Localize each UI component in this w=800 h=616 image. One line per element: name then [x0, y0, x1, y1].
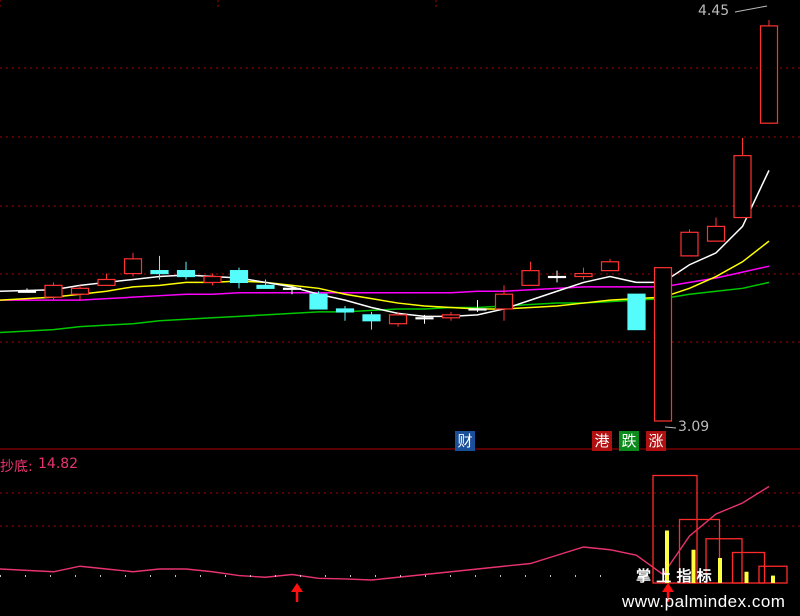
candle-body	[706, 225, 726, 242]
candle-body	[733, 155, 752, 219]
candle-body	[653, 267, 673, 422]
candle-body	[150, 270, 169, 275]
candle-body	[547, 275, 567, 279]
high-pointer	[734, 5, 768, 13]
candle-body	[415, 317, 434, 320]
candle-body	[521, 270, 540, 286]
candle-body	[282, 287, 302, 290]
candle-body	[468, 308, 487, 311]
candle-body	[70, 287, 90, 295]
candle-body	[203, 275, 222, 284]
candle-body	[362, 314, 381, 322]
candle-body	[388, 314, 408, 325]
indicator-yellow-bar	[718, 558, 722, 583]
candle-body	[229, 270, 249, 284]
candle-body	[44, 284, 63, 298]
candle-body	[600, 261, 620, 272]
candle-body	[627, 293, 646, 331]
candle-body	[441, 314, 461, 319]
price-low-label: 3.09	[678, 419, 710, 435]
indicator-caption: 掌 上 指 标	[636, 567, 712, 585]
indicator-value: 14.82	[38, 456, 79, 472]
buy-arrow-head	[291, 583, 303, 592]
event-badge-gang[interactable]: 港	[592, 431, 612, 451]
candles	[17, 20, 779, 422]
candle-body	[17, 290, 37, 293]
event-badge-zhang[interactable]: 涨	[646, 431, 666, 451]
candle-body	[494, 293, 514, 310]
candle-body	[256, 284, 275, 289]
candle-body	[759, 25, 779, 124]
price-high-label: 4.45	[698, 3, 730, 19]
price-annotations	[664, 5, 768, 429]
candle-body	[335, 308, 355, 313]
watermark: www.palmindex.com	[622, 592, 786, 611]
candle-body	[97, 278, 116, 286]
ma-short-line	[0, 170, 770, 318]
candle-body	[574, 272, 593, 278]
candle-body	[123, 258, 143, 275]
event-badge-die[interactable]: 跌	[619, 431, 639, 451]
candle-body	[309, 293, 328, 310]
ma-lines	[0, 170, 770, 334]
event-badge-cai[interactable]: 财	[455, 431, 475, 451]
indicator-yellow-bar	[744, 571, 749, 583]
indicator-yellow-bar	[771, 575, 775, 583]
candle-body	[176, 270, 196, 278]
stock-chart[interactable]	[0, 0, 800, 616]
low-pointer	[664, 426, 677, 429]
candle-body	[680, 231, 699, 257]
indicator-label: 抄底:	[0, 459, 33, 475]
grid	[0, 0, 800, 527]
